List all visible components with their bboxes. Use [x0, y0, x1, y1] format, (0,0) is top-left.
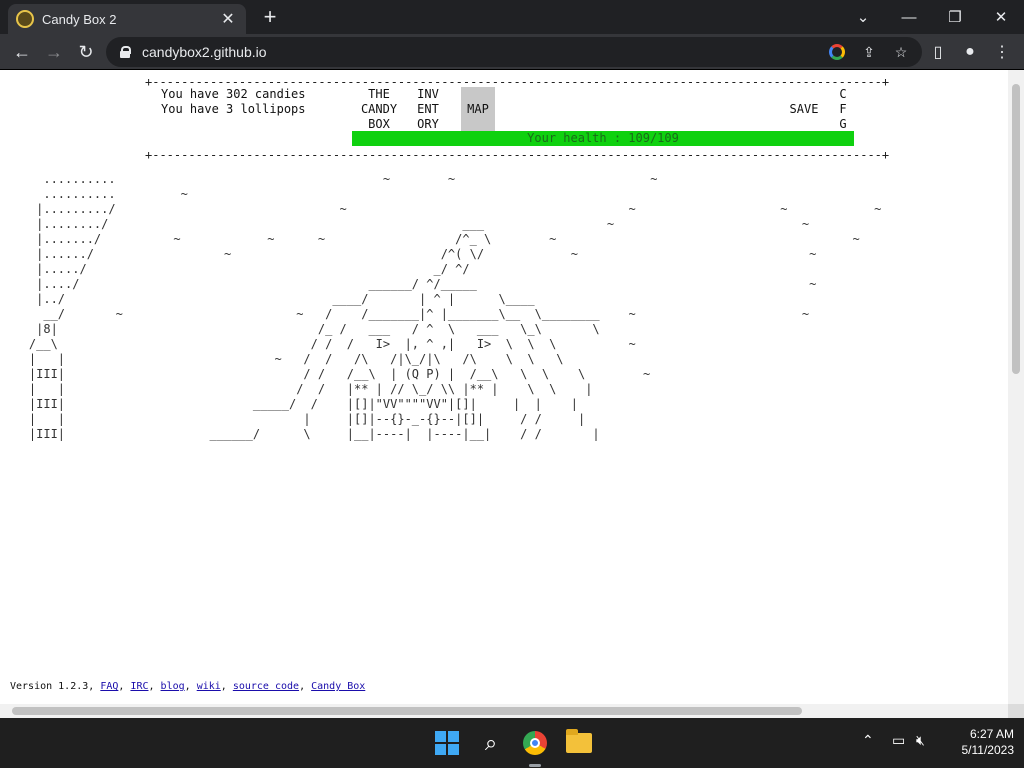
side-panel-icon[interactable]: ▯	[924, 38, 952, 66]
tab-close-button[interactable]: ✕	[218, 9, 238, 29]
speaker-muted-icon[interactable]: 🔇︎	[916, 732, 925, 749]
menu-kebab-icon[interactable]: ⋮	[988, 38, 1016, 66]
candies-count: You have 302 candies	[161, 87, 306, 101]
link-source-code[interactable]: source code	[233, 681, 299, 692]
url-text: candybox2.github.io	[142, 44, 267, 60]
version-text: Version 1.2.3,	[10, 681, 95, 692]
reload-button[interactable]: ↻	[72, 38, 100, 66]
menu-label-line: ENT	[417, 102, 439, 116]
chevron-up-icon[interactable]: ⌃	[862, 732, 874, 749]
minimize-button[interactable]: —	[886, 0, 932, 34]
browser-toolbar: ← → ↻ candybox2.github.io ⇪ ☆ ▯ ● ⋮	[0, 34, 1024, 70]
panel-border-bottom: +---------------------------------------…	[145, 148, 890, 162]
new-tab-button[interactable]: +	[258, 5, 282, 29]
clock-date: 5/11/2023	[961, 743, 1015, 757]
menu-label-line: BOX	[368, 117, 390, 131]
config-button[interactable]: C F G	[835, 87, 851, 132]
vertical-scrollbar[interactable]	[1008, 70, 1024, 704]
tab-title: Candy Box 2	[42, 11, 117, 27]
menu-label-line: F	[839, 102, 847, 116]
browser-tab[interactable]: Candy Box 2 ✕	[8, 4, 246, 34]
close-window-button[interactable]: ✕	[978, 0, 1024, 34]
scrollbar-corner	[1008, 704, 1024, 718]
active-app-indicator	[529, 764, 541, 767]
browser-titlebar: Candy Box 2 ✕ + ⌄ — ❐ ✕	[0, 0, 1024, 34]
tab-the-candy-box[interactable]: THE CANDY BOX	[358, 87, 400, 132]
clock-time: 6:27 AM	[969, 727, 1014, 741]
lock-icon	[120, 46, 131, 58]
search-icon[interactable]: ⌕	[476, 728, 506, 758]
lollipops-count: You have 3 lollipops	[161, 102, 306, 116]
restore-button[interactable]: ❐	[932, 0, 978, 34]
chrome-icon[interactable]	[520, 728, 550, 758]
tab-inventory[interactable]: INV ENT ORY	[407, 87, 449, 132]
candy-box-favicon-icon	[16, 10, 34, 28]
menu-label-line: G	[839, 117, 847, 131]
vertical-scroll-thumb[interactable]	[1012, 84, 1020, 374]
profile-avatar-icon[interactable]: ●	[956, 38, 984, 66]
file-explorer-icon[interactable]	[564, 728, 594, 758]
back-button[interactable]: ←	[8, 38, 36, 66]
tab-map[interactable]: MAP	[461, 87, 495, 132]
tab-search-chevron-icon[interactable]: ⌄	[840, 0, 886, 34]
save-button[interactable]: SAVE	[783, 102, 825, 117]
menu-label-line: INV	[417, 87, 439, 101]
start-windows-icon[interactable]	[432, 728, 462, 758]
link-faq[interactable]: FAQ	[100, 681, 118, 692]
address-bar[interactable]: candybox2.github.io ⇪ ☆	[106, 37, 922, 67]
link-wiki[interactable]: wiki	[197, 681, 221, 692]
bookmark-star-icon[interactable]: ☆	[890, 41, 912, 63]
menu-label-line: THE	[368, 87, 390, 101]
health-bar: Your health : 109/109	[352, 131, 854, 146]
windows-taskbar: ⌕ ⌃ ▭ 🔇︎ 6:27 AM 5/11/2023	[0, 718, 1024, 768]
status-panel: +---------------------------------------…	[145, 75, 889, 162]
horizontal-scrollbar[interactable]	[0, 704, 1008, 718]
horizontal-scroll-thumb[interactable]	[12, 707, 802, 715]
forward-button[interactable]: →	[40, 38, 68, 66]
footer: Version 1.2.3, FAQ, IRC, blog, wiki, sou…	[10, 681, 366, 692]
link-candy-box[interactable]: Candy Box	[311, 681, 365, 692]
share-icon[interactable]: ⇪	[858, 41, 880, 63]
link-irc[interactable]: IRC	[130, 681, 148, 692]
google-icon[interactable]	[826, 41, 848, 63]
taskbar-clock[interactable]: 6:27 AM 5/11/2023	[934, 726, 1015, 758]
ascii-map-art: .......... ~ ~ ~ .......... ~ |.........…	[28, 172, 882, 441]
menu-label-line: CANDY	[360, 102, 398, 116]
game-viewport: +---------------------------------------…	[0, 70, 1008, 704]
link-blog[interactable]: blog	[161, 681, 185, 692]
network-icon[interactable]: ▭	[892, 732, 905, 749]
menu-label-line: C	[839, 87, 847, 101]
menu-label-line: ORY	[417, 117, 439, 131]
